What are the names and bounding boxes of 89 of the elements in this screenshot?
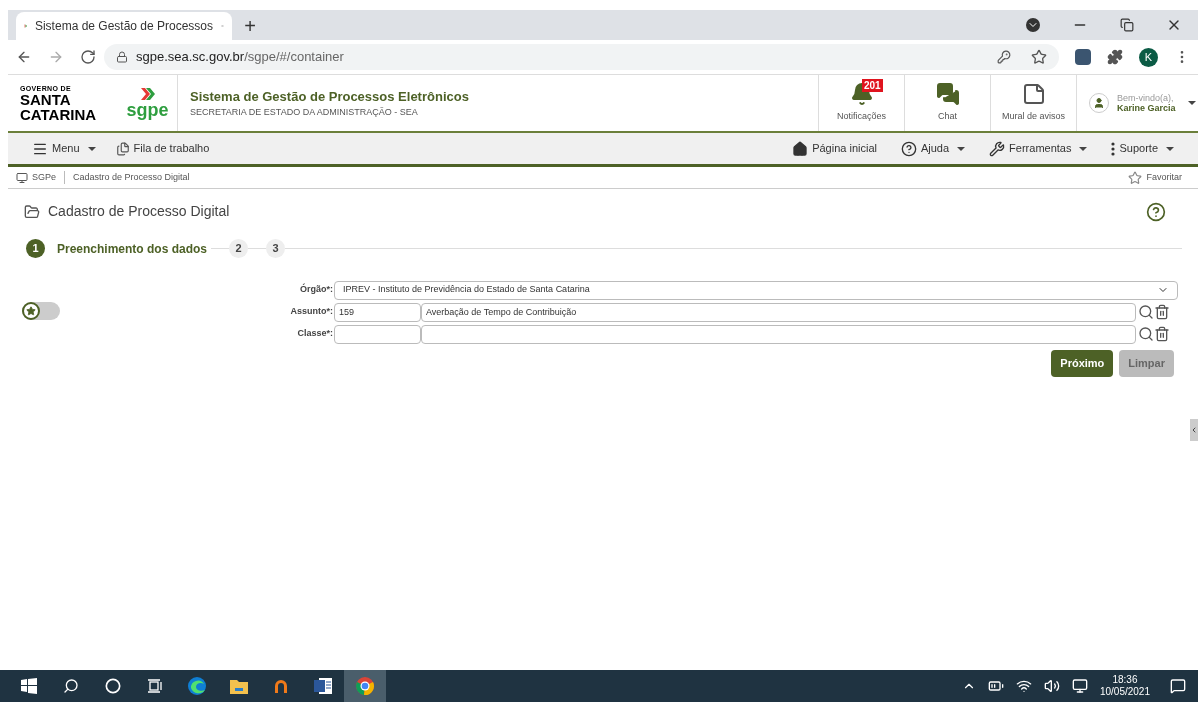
caret-icon [1187, 101, 1196, 105]
breadcrumb-item[interactable]: SGPe [32, 170, 56, 185]
time-text: 18:36 [1112, 674, 1138, 686]
app-subtitle: SECRETARIA DE ESTADO DA ADMINISTRAÇÃO - SEA [190, 106, 419, 119]
select-field[interactable]: IPREV - Instituto de Previdência do Estado de Santa Catarina [334, 280, 1178, 300]
action-label: Mural de avisos [1002, 110, 1065, 124]
folder-icon [24, 203, 40, 220]
field-label: Assunto*: [289, 305, 334, 319]
star-icon [1128, 170, 1143, 185]
help-icon[interactable] [1146, 201, 1166, 222]
page-title: Cadastro de Processo Digital [48, 202, 230, 221]
star-icon [26, 306, 36, 316]
header-action[interactable]: 201 Notificações [818, 75, 904, 131]
favorite-link[interactable]: Favoritar [1146, 170, 1182, 185]
task-view-icon [147, 678, 163, 694]
step-number[interactable]: 2 [229, 239, 249, 258]
note-icon [1021, 82, 1046, 107]
search-icon[interactable] [1138, 326, 1154, 342]
code-field[interactable] [334, 324, 421, 344]
battery-icon[interactable] [987, 678, 1004, 694]
trash-icon[interactable] [1154, 304, 1170, 320]
app-title: Sistema de Gestão de Processos Eletrônicos [190, 87, 470, 106]
search-icon [63, 678, 79, 694]
notification-badge: 201 [862, 79, 883, 92]
logo-text: CATARINA [20, 106, 98, 122]
profile-avatar[interactable]: K [1139, 47, 1158, 67]
address-bar[interactable]: sgpe.sea.sc.gov.br/sgpe/#/container [104, 44, 1059, 70]
notifications-icon[interactable] [1170, 678, 1186, 694]
action-label: Notificações [837, 110, 886, 124]
trash-icon[interactable] [1154, 326, 1170, 342]
side-panel-handle[interactable] [1190, 419, 1198, 441]
speaker-icon[interactable] [1043, 678, 1060, 694]
search-icon[interactable] [1138, 304, 1154, 320]
star-icon[interactable] [1031, 49, 1047, 65]
word-icon [313, 677, 333, 695]
clock[interactable]: 18:36 10/05/2021 [1099, 674, 1150, 698]
circle-icon [105, 678, 121, 694]
monitor-icon [16, 171, 28, 184]
tab-title: Sistema de Gestão de Processos [34, 18, 214, 35]
nav-item[interactable]: Página inicial [792, 140, 877, 157]
nav-item[interactable]: Fila de trabalho [115, 140, 210, 157]
extension-icon[interactable] [1075, 49, 1091, 65]
back-icon[interactable] [16, 49, 32, 65]
chrome-icon [355, 676, 375, 696]
nav-item[interactable]: Ajuda [900, 140, 966, 157]
more-icon [1111, 141, 1116, 156]
nav-item[interactable]: Suporte [1111, 140, 1174, 157]
greeting-text: Bem-vindo(a), [1117, 93, 1175, 103]
arch-icon [272, 677, 290, 695]
description-field[interactable] [421, 324, 1136, 344]
wifi-icon[interactable] [1015, 678, 1032, 694]
logo-text: SANTA [20, 91, 72, 107]
breadcrumb-item[interactable]: Cadastro de Processo Digital [64, 170, 190, 185]
edge-icon [187, 676, 207, 696]
help-icon [900, 140, 917, 157]
header-action[interactable]: Mural de avisos [990, 75, 1076, 131]
tab-search-icon[interactable] [1026, 18, 1040, 32]
favorite-toggle[interactable] [22, 302, 60, 320]
step-number[interactable]: 3 [266, 239, 286, 258]
field-label: Classe*: [296, 327, 334, 341]
puzzle-icon[interactable] [1107, 49, 1123, 65]
chat-icon [935, 82, 960, 107]
user-name: Karine Garcia [1117, 103, 1176, 113]
home-icon [792, 140, 809, 157]
header-action[interactable]: Chat [904, 75, 990, 131]
folder-icon [229, 677, 249, 695]
code-field[interactable]: 159 [334, 302, 421, 322]
step-number[interactable]: 1 [26, 239, 45, 258]
user-menu[interactable]: Bem-vindo(a), Karine Garcia [1076, 75, 1198, 131]
monitor-icon[interactable] [1071, 678, 1088, 694]
url-text: sgpe.sea.sc.gov.br/sgpe/#/container [136, 48, 344, 67]
app-logo-text: sgpe [126, 101, 169, 119]
reload-icon[interactable] [80, 49, 96, 65]
step-label: Preenchimento dos dados [57, 240, 208, 258]
action-label: Chat [938, 110, 957, 124]
nav-item[interactable]: Menu [32, 140, 96, 157]
nav-item[interactable]: Ferramentas [989, 140, 1088, 157]
key-icon[interactable] [997, 50, 1011, 64]
wrench-icon [989, 140, 1006, 157]
windows-icon [21, 678, 37, 694]
lock-icon [116, 51, 128, 63]
description-field[interactable]: Averbação de Tempo de Contribuição [421, 302, 1136, 322]
browser-tab[interactable]: Sistema de Gestão de Processos [16, 12, 232, 40]
documents-icon [115, 141, 130, 156]
date-text: 10/05/2021 [1099, 686, 1150, 698]
new-tab-button[interactable]: + [236, 12, 264, 40]
form-button[interactable]: Próximo [1051, 350, 1114, 377]
restore-icon[interactable] [1120, 18, 1134, 32]
field-label: Órgão*: [299, 283, 334, 297]
